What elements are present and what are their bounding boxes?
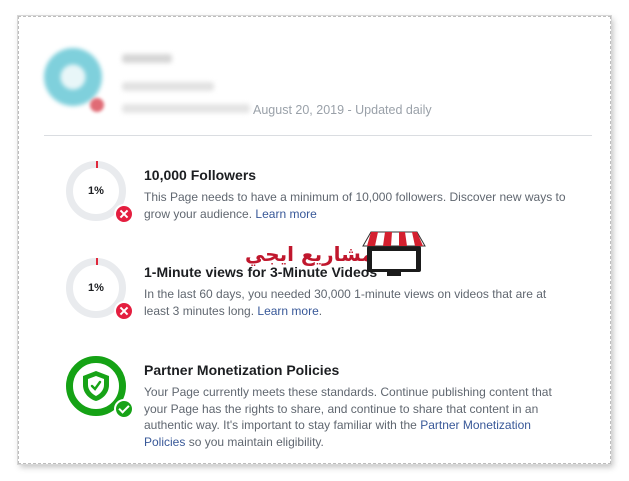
shop-icon <box>361 230 427 278</box>
header-divider <box>44 135 592 136</box>
description-suffix: . <box>318 303 323 318</box>
shield-icon <box>82 370 110 402</box>
close-icon <box>114 301 134 321</box>
close-icon <box>114 204 134 224</box>
page-avatar[interactable] <box>44 48 102 106</box>
last-updated-text: August 20, 2019 - Updated daily <box>253 103 432 117</box>
page-status-blurred <box>122 82 214 91</box>
requirement-description: This Page needs to have a minimum of 10,… <box>144 189 574 222</box>
page-meta-blurred <box>122 104 250 113</box>
page-name-blurred <box>122 54 172 63</box>
requirement-description: In the last 60 days, you needed 30,000 1… <box>144 286 574 319</box>
requirement-title: Partner Monetization Policies <box>144 362 340 378</box>
requirement-followers: 1% 10,000 Followers This Page needs to h… <box>66 161 586 225</box>
description-text: In the last 60 days, you needed 30,000 1… <box>144 287 547 318</box>
page-header: August 20, 2019 - Updated daily <box>44 40 584 120</box>
watermark-logo: مشاريع ايجي <box>241 230 429 278</box>
requirement-description: Your Page currently meets these standard… <box>144 384 574 450</box>
check-icon <box>114 399 134 419</box>
description-suffix: so you maintain eligibility. <box>188 434 324 449</box>
monetization-card: August 20, 2019 - Updated daily 1% 10,00… <box>18 16 611 464</box>
learn-more-link[interactable]: Learn more <box>257 304 318 318</box>
watermark-text: مشاريع ايجي <box>245 242 374 266</box>
learn-more-link[interactable]: Learn more <box>255 207 316 221</box>
status-dot-icon <box>90 98 104 112</box>
requirement-title: 10,000 Followers <box>144 167 257 183</box>
requirement-policies: Partner Monetization Policies Your Page … <box>66 356 586 456</box>
description-text: This Page needs to have a minimum of 10,… <box>144 190 566 221</box>
